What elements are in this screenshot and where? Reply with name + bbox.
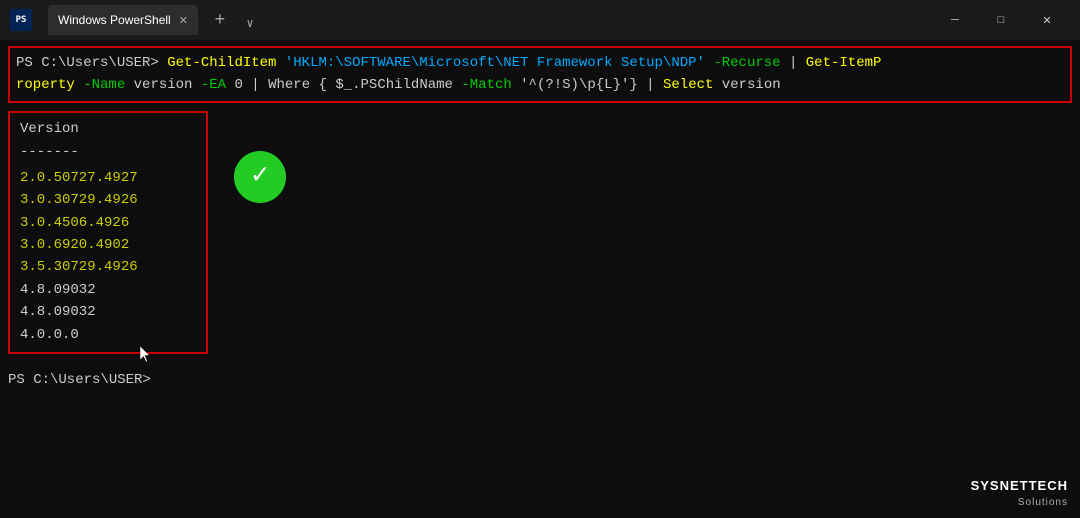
tab-dropdown-button[interactable]: ∨ [238,11,262,35]
command-line-2: roperty -Name version -EA 0 | Where { $_… [16,74,1064,96]
window-controls: ─ □ ✕ [932,4,1070,36]
maximize-button[interactable]: □ [978,4,1024,36]
get-itemproperty-cmd: Get-ItemP [806,55,882,71]
branding-area: SYSNETTECH Solutions [971,476,1068,511]
new-tab-button[interactable]: + [206,7,234,35]
registry-path: 'HKLM:\SOFTWARE\Microsoft\NET Framework … [285,55,705,71]
brand-subtitle: Solutions [971,495,1068,510]
version-list: 2.0.50727.49273.0.30729.49263.0.4506.492… [20,167,196,346]
output-divider: ------- [20,142,196,163]
output-block: Version ------- 2.0.50727.49273.0.30729.… [8,111,1072,354]
list-item: 3.0.30729.4926 [20,189,196,211]
app-icon: PS [10,9,32,31]
list-item: 4.0.0.0 [20,324,196,346]
success-checkmark: ✓ [234,151,286,203]
output-table: Version ------- 2.0.50727.49273.0.30729.… [8,111,208,354]
checkmark-container: ✓ [234,151,286,203]
select-cmd: Select [663,77,713,93]
recurse-param: -Recurse [705,55,781,71]
ps-prompt-2: PS C:\Users\USER> [8,372,151,388]
brand-name: SYSNETTECH [971,476,1068,496]
checkmark-icon: ✓ [252,163,269,191]
list-item: 4.8.09032 [20,279,196,301]
command-block: PS C:\Users\USER> Get-ChildItem 'HKLM:\S… [8,46,1072,103]
tab-area: Windows PowerShell ✕ + ∨ [40,5,262,35]
terminal-area[interactable]: PS C:\Users\USER> Get-ChildItem 'HKLM:\S… [0,40,1080,518]
where-keyword: Where [268,77,310,93]
minimize-button[interactable]: ─ [932,4,978,36]
list-item: 3.5.30729.4926 [20,256,196,278]
close-button[interactable]: ✕ [1024,4,1070,36]
list-item: 2.0.50727.4927 [20,167,196,189]
second-prompt-area: PS C:\Users\USER> [8,370,1072,391]
list-item: 3.0.6920.4902 [20,234,196,256]
command-line-1: PS C:\Users\USER> Get-ChildItem 'HKLM:\S… [16,52,1064,74]
titlebar: PS Windows PowerShell ✕ + ∨ ─ □ ✕ [0,0,1080,40]
active-tab[interactable]: Windows PowerShell ✕ [48,5,198,35]
tab-close-icon[interactable]: ✕ [179,14,188,27]
get-childitem-cmd: Get-ChildItem [167,55,276,71]
tab-label: Windows PowerShell [58,13,171,27]
output-header: Version [20,119,196,140]
list-item: 3.0.4506.4926 [20,212,196,234]
ps-prompt-1: PS C:\Users\USER> [16,55,167,71]
list-item: 4.8.09032 [20,301,196,323]
